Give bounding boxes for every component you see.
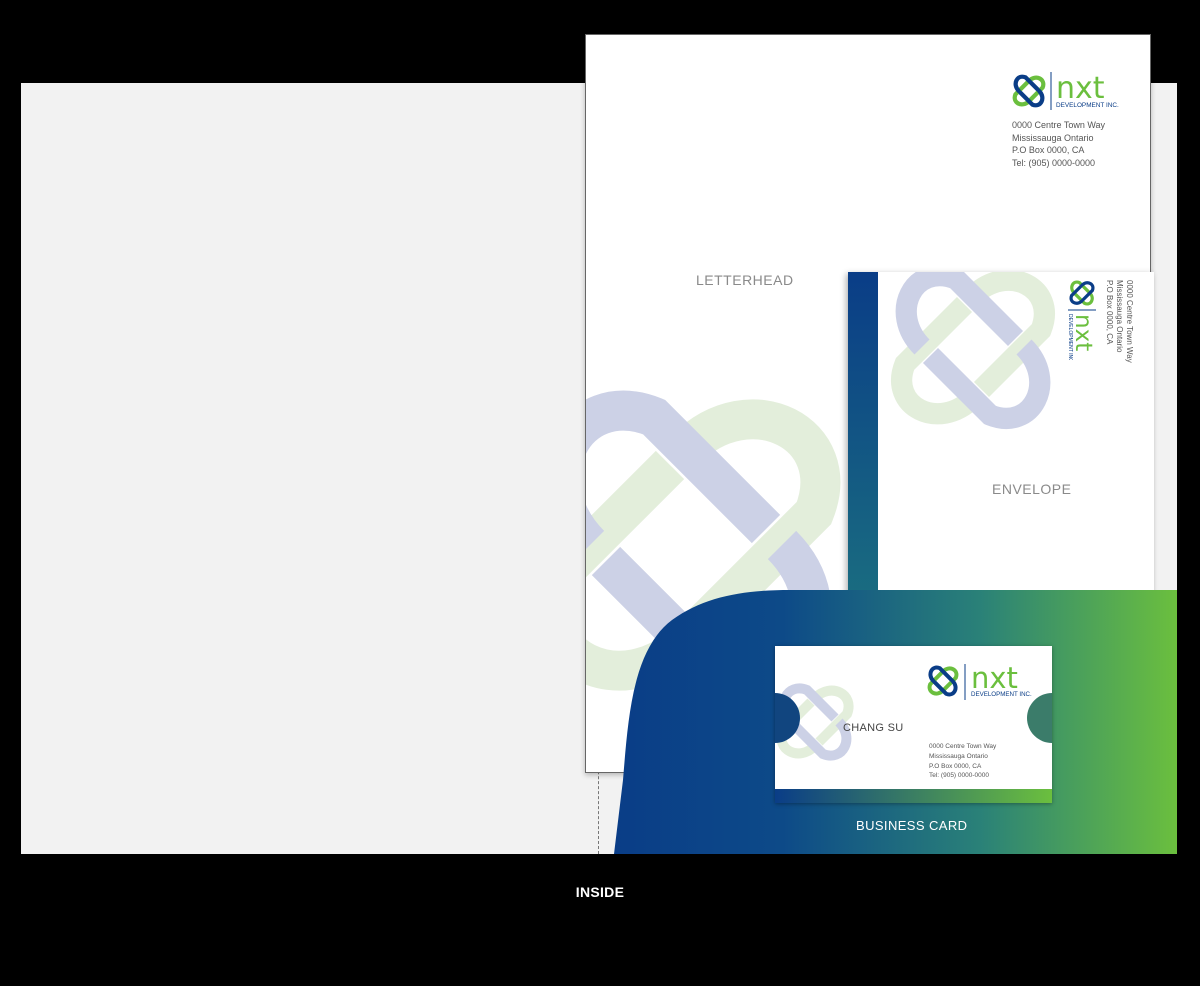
- business-card-label: BUSINESS CARD: [856, 818, 968, 833]
- business-card-logo: nxt DEVELOPMENT INC.: [927, 661, 1037, 707]
- knot-logo-icon: [927, 665, 959, 697]
- folder-pocket: [614, 590, 1177, 854]
- business-card-address: 0000 Centre Town Way Mississauga Ontario…: [929, 743, 997, 780]
- business-card-gradient-bar: [775, 789, 1052, 803]
- inside-caption: INSIDE: [575, 884, 625, 900]
- svg-text:DEVELOPMENT INC.: DEVELOPMENT INC.: [971, 691, 1032, 698]
- business-card-name: CHANG SU: [843, 722, 904, 734]
- business-card: nxt DEVELOPMENT INC. CHANG SU 0000 Centr…: [775, 646, 1052, 803]
